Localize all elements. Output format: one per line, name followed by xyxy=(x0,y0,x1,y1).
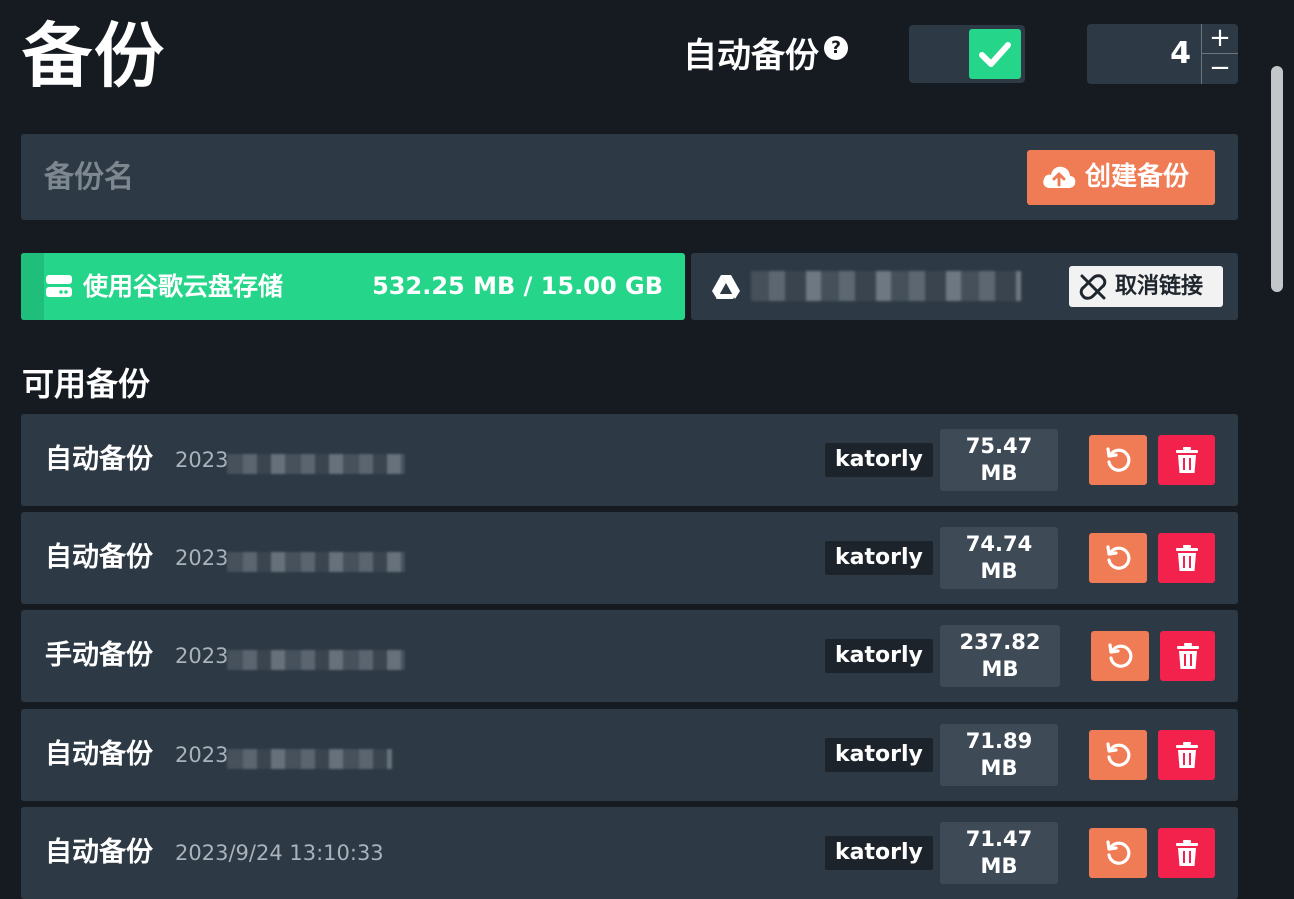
backup-size-unit: MB xyxy=(981,657,1019,681)
linked-account-bar: 取消链接 xyxy=(691,253,1238,320)
backup-size-unit: MB xyxy=(980,756,1018,780)
scrollbar-thumb[interactable] xyxy=(1271,66,1283,292)
backup-date: 2023 xyxy=(175,644,229,668)
auto-backup-label: 自动备份 xyxy=(683,36,819,76)
trash-icon xyxy=(1175,447,1198,473)
backup-date: 2023 xyxy=(175,546,229,570)
backup-type: 手动备份 xyxy=(45,640,153,671)
trash-icon xyxy=(1175,840,1198,866)
backup-row: 自动备份 2023 katorly 74.74 MB xyxy=(21,512,1238,604)
help-icon[interactable]: ? xyxy=(824,36,848,60)
backup-size-value: 71.89 xyxy=(965,729,1033,753)
backup-size-unit: MB xyxy=(980,559,1018,583)
backup-size: 75.47 MB xyxy=(940,429,1058,491)
backup-user: katorly xyxy=(825,541,933,575)
available-backups-title: 可用备份 xyxy=(22,365,151,403)
backup-user: katorly xyxy=(825,639,933,673)
backup-type: 自动备份 xyxy=(45,837,153,868)
trash-icon xyxy=(1175,742,1198,768)
backup-date: 2023 xyxy=(175,743,229,767)
storage-status-bar: 使用谷歌云盘存储 532.25 MB / 15.00 GB xyxy=(21,253,685,320)
delete-button[interactable] xyxy=(1158,533,1215,583)
storage-usage: 532.25 MB / 15.00 GB xyxy=(372,272,663,300)
trash-icon xyxy=(1176,643,1199,669)
backup-type: 自动备份 xyxy=(45,542,153,573)
backup-size: 74.74 MB xyxy=(940,527,1058,589)
backup-user: katorly xyxy=(825,443,933,477)
backup-size: 237.82 MB xyxy=(940,625,1060,687)
keep-count-value[interactable]: 4 xyxy=(1087,24,1191,84)
backup-size: 71.89 MB xyxy=(940,724,1058,786)
delete-button[interactable] xyxy=(1158,828,1215,878)
backup-name-input[interactable] xyxy=(21,134,1011,220)
backup-user: katorly xyxy=(825,738,933,772)
account-email-redacted xyxy=(751,271,1021,301)
restore-icon xyxy=(1106,840,1131,865)
minus-icon[interactable]: − xyxy=(1202,54,1238,83)
backup-row: 自动备份 2023/9/24 13:10:33 katorly 71.47 MB xyxy=(21,807,1238,899)
hard-drive-icon xyxy=(46,275,72,297)
delete-button[interactable] xyxy=(1160,631,1215,681)
toggle-knob xyxy=(969,29,1021,79)
auto-backup-toggle[interactable] xyxy=(909,25,1025,83)
unlink-icon xyxy=(1079,274,1107,300)
restore-icon xyxy=(1106,742,1131,767)
page-title: 备份 xyxy=(22,15,166,97)
keep-count-stepper[interactable]: 4 + − xyxy=(1087,24,1238,84)
restore-button[interactable] xyxy=(1091,631,1149,681)
backup-type: 自动备份 xyxy=(45,444,153,475)
backup-size-unit: MB xyxy=(980,461,1018,485)
backup-row: 自动备份 2023 katorly 75.47 MB xyxy=(21,414,1238,506)
backup-user: katorly xyxy=(825,836,933,870)
unlink-button[interactable]: 取消链接 xyxy=(1069,266,1223,307)
restore-button[interactable] xyxy=(1089,828,1147,878)
plus-icon[interactable]: + xyxy=(1202,24,1238,53)
backup-date-redacted xyxy=(227,454,405,474)
backup-size-unit: MB xyxy=(980,854,1018,878)
unlink-label: 取消链接 xyxy=(1115,274,1204,299)
backup-size-value: 237.82 xyxy=(959,630,1041,654)
create-backup-bar: 创建备份 xyxy=(21,134,1238,220)
storage-label: 使用谷歌云盘存储 xyxy=(83,272,284,301)
check-icon xyxy=(979,42,1011,67)
create-backup-button[interactable]: 创建备份 xyxy=(1027,150,1215,205)
backup-row: 手动备份 2023 katorly 237.82 MB xyxy=(21,610,1238,702)
delete-button[interactable] xyxy=(1158,435,1215,485)
google-drive-icon xyxy=(712,275,740,299)
backup-size-value: 75.47 xyxy=(965,434,1033,458)
storage-progress-fill xyxy=(21,253,44,320)
restore-button[interactable] xyxy=(1089,533,1147,583)
restore-icon xyxy=(1106,545,1131,570)
restore-icon xyxy=(1106,447,1131,472)
backup-date-redacted xyxy=(227,552,405,572)
backup-date: 2023 xyxy=(175,448,229,472)
backup-date-redacted xyxy=(227,650,405,670)
restore-button[interactable] xyxy=(1089,730,1147,780)
backup-date-redacted xyxy=(227,749,392,769)
create-backup-label: 创建备份 xyxy=(1085,162,1190,192)
backup-size: 71.47 MB xyxy=(940,822,1058,884)
backup-row: 自动备份 2023 katorly 71.89 MB xyxy=(21,709,1238,801)
restore-button[interactable] xyxy=(1089,435,1147,485)
backup-date: 2023/9/24 13:10:33 xyxy=(175,841,384,865)
backup-size-value: 71.47 xyxy=(965,827,1033,851)
backup-type: 自动备份 xyxy=(45,739,153,770)
cloud-upload-icon xyxy=(1043,166,1076,188)
delete-button[interactable] xyxy=(1158,730,1215,780)
backup-size-value: 74.74 xyxy=(965,532,1033,556)
restore-icon xyxy=(1108,643,1133,668)
trash-icon xyxy=(1175,545,1198,571)
